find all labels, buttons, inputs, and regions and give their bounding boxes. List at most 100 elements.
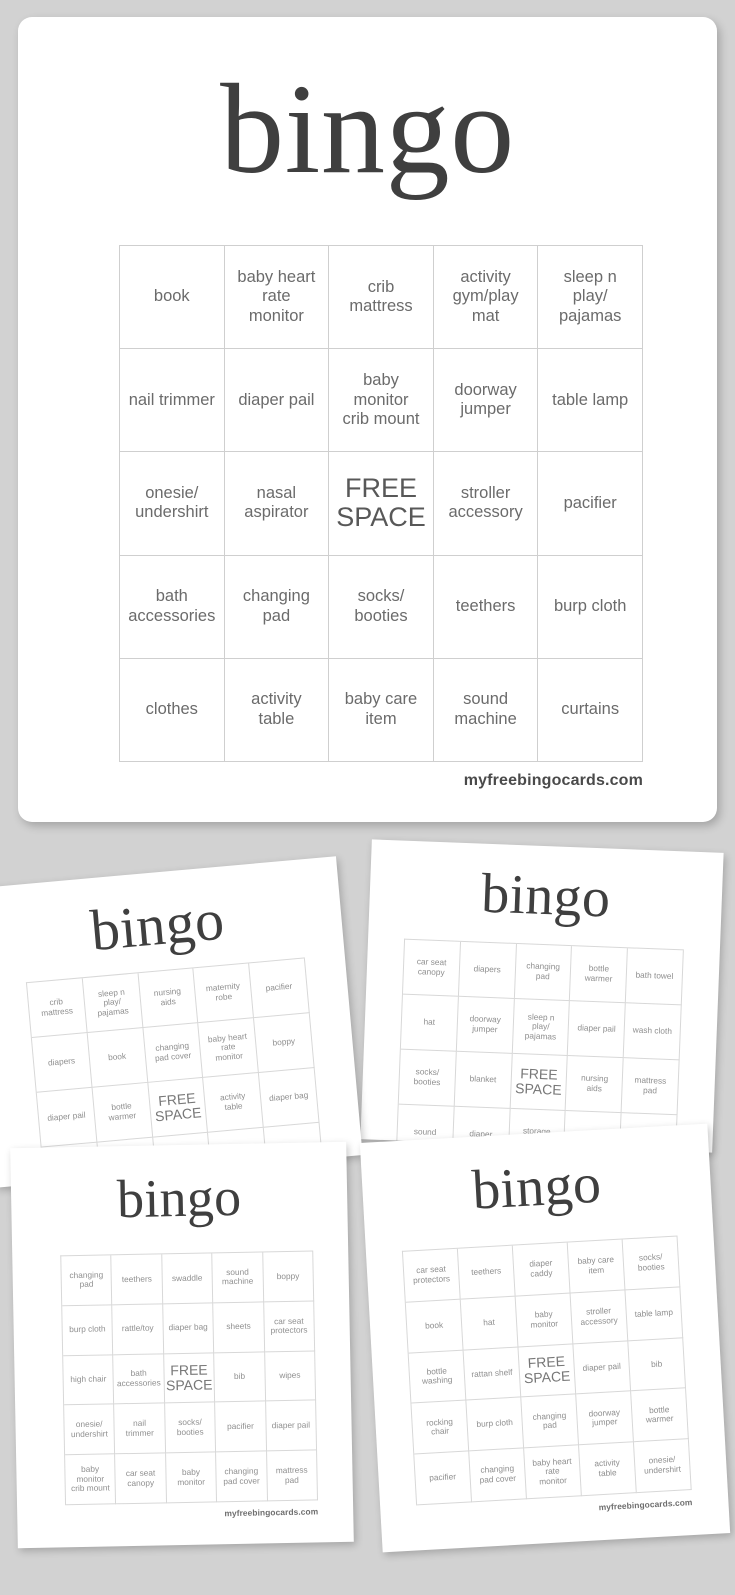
bingo-cell[interactable]: swaddle <box>162 1253 214 1305</box>
bingo-cell[interactable]: changing pad <box>521 1394 580 1449</box>
bingo-cell[interactable]: activity table <box>203 1072 264 1133</box>
bingo-cell[interactable]: clothes <box>120 658 225 762</box>
bingo-cell[interactable]: nail trimmer <box>120 349 225 453</box>
bingo-cell[interactable]: burp cloth <box>538 555 643 659</box>
bingo-cell[interactable]: doorway jumper <box>433 349 539 453</box>
bingo-cell[interactable]: socks/ booties <box>622 1236 681 1291</box>
bingo-card-background-5[interactable]: bingo car seat protectors teethers diaper … <box>359 1123 731 1553</box>
bingo-cell[interactable]: baby care item <box>329 658 434 762</box>
bingo-cell[interactable]: FREE SPACE <box>329 452 434 556</box>
bingo-cell[interactable]: maternity robe <box>193 963 255 1024</box>
bingo-cell[interactable]: onesie/ undershirt <box>64 1404 116 1456</box>
bingo-cell[interactable]: baby monitor <box>165 1452 218 1504</box>
bingo-cell[interactable]: sheets <box>213 1302 265 1353</box>
bingo-cell[interactable]: teethers <box>433 555 539 659</box>
bingo-cell[interactable]: sleep n play/ pajamas <box>512 998 571 1057</box>
bingo-cell[interactable]: car seat protectors <box>402 1248 461 1303</box>
bingo-cell[interactable]: bottle warmer <box>631 1388 689 1443</box>
bingo-cell[interactable]: sound machine <box>433 658 539 762</box>
bingo-cell[interactable]: rattle/toy <box>112 1304 164 1355</box>
bingo-cell[interactable]: bottle warmer <box>92 1082 153 1143</box>
bingo-cell[interactable]: diaper pail <box>568 1001 626 1059</box>
bingo-cell[interactable]: nursing aids <box>138 968 199 1029</box>
bingo-cell[interactable]: teethers <box>111 1254 164 1306</box>
bingo-cell[interactable]: changing pad <box>61 1255 113 1307</box>
bingo-card-background-4[interactable]: bingo changing pad teethers swaddle sound m… <box>10 1141 354 1549</box>
bingo-cell[interactable]: mattress pad <box>266 1450 319 1502</box>
bingo-cell[interactable]: car seat protectors <box>263 1301 316 1353</box>
bingo-cell[interactable]: high chair <box>63 1354 115 1406</box>
bingo-cell[interactable]: diaper pail <box>224 349 330 453</box>
bingo-cell[interactable]: pacifier <box>249 958 310 1019</box>
bingo-cell[interactable]: crib mattress <box>329 246 434 350</box>
bingo-cell[interactable]: bath accessories <box>113 1353 165 1405</box>
bingo-cell[interactable]: activity gym/play mat <box>433 246 539 350</box>
bingo-cell[interactable]: crib mattress <box>27 978 88 1038</box>
bingo-cell[interactable]: blanket <box>454 1051 513 1109</box>
bingo-cell[interactable]: FREE SPACE <box>147 1077 209 1138</box>
bingo-cell[interactable]: burp cloth <box>466 1397 525 1452</box>
bingo-cell[interactable]: stroller accessory <box>433 452 539 556</box>
bingo-cell[interactable]: nursing aids <box>565 1056 624 1114</box>
bingo-cell[interactable]: nail trimmer <box>114 1403 166 1455</box>
bingo-cell[interactable]: changing pad <box>224 555 330 659</box>
bingo-cell[interactable]: bib <box>214 1352 266 1403</box>
bingo-cell[interactable]: socks/ booties <box>398 1049 457 1107</box>
bingo-cell[interactable]: baby heart rate monitor <box>224 246 330 350</box>
bingo-cell[interactable]: diaper pail <box>265 1400 318 1452</box>
bingo-cell[interactable]: curtains <box>538 658 643 762</box>
bingo-cell[interactable]: baby heart rate monitor <box>198 1018 260 1078</box>
bingo-cell[interactable]: pacifier <box>414 1451 473 1506</box>
bingo-cell[interactable]: table lamp <box>538 349 643 453</box>
bingo-cell[interactable]: table lamp <box>625 1287 684 1341</box>
bingo-cell[interactable]: doorway jumper <box>576 1391 634 1446</box>
bingo-cell[interactable]: teethers <box>457 1245 516 1300</box>
bingo-cell[interactable]: bath towel <box>625 948 684 1006</box>
bingo-cell[interactable]: changing pad cover <box>143 1023 204 1083</box>
bingo-cell[interactable]: doorway jumper <box>456 996 515 1054</box>
bingo-cell[interactable]: mattress pad <box>621 1058 680 1116</box>
bingo-cell[interactable]: baby monitor <box>515 1293 574 1348</box>
bingo-cell[interactable]: wipes <box>264 1351 317 1402</box>
bingo-cell[interactable]: hat <box>400 994 459 1052</box>
bingo-cell[interactable]: car seat canopy <box>115 1453 167 1505</box>
bingo-cell[interactable]: FREE SPACE <box>163 1352 216 1404</box>
bingo-cell[interactable]: FREE SPACE <box>510 1053 569 1112</box>
bingo-cell[interactable]: diapers <box>31 1033 93 1093</box>
bingo-cell[interactable]: sound machine <box>212 1252 264 1304</box>
bingo-card-main[interactable]: bingo book baby heart rate monitor crib ma… <box>18 17 717 822</box>
bingo-cell[interactable]: nasal aspirator <box>224 452 330 556</box>
bingo-card-background-2[interactable]: bingo crib mattress sleep n play/ pajamas… <box>0 856 363 1188</box>
bingo-cell[interactable]: changing pad cover <box>469 1448 527 1503</box>
bingo-card-background-3[interactable]: bingo car seat canopy diapers changing pad… <box>360 839 724 1153</box>
bingo-cell[interactable]: onesie/ undershirt <box>120 452 225 556</box>
bingo-cell[interactable]: book <box>405 1299 464 1354</box>
bingo-cell[interactable]: diaper pail <box>36 1087 98 1148</box>
bingo-cell[interactable]: baby monitor crib mount <box>65 1454 117 1506</box>
bingo-cell[interactable]: hat <box>460 1296 519 1351</box>
bingo-cell[interactable]: boppy <box>254 1013 315 1073</box>
bingo-cell[interactable]: diaper caddy <box>512 1242 571 1297</box>
bingo-cell[interactable]: onesie/ undershirt <box>633 1439 692 1494</box>
bingo-cell[interactable]: changing pad cover <box>216 1451 268 1503</box>
bingo-cell[interactable]: book <box>120 246 225 350</box>
bingo-cell[interactable]: sleep n play/ pajamas <box>538 246 643 350</box>
bingo-cell[interactable]: pacifier <box>215 1401 267 1453</box>
bingo-cell[interactable]: baby care item <box>567 1239 626 1294</box>
bingo-cell[interactable]: stroller accessory <box>570 1290 629 1345</box>
bingo-cell[interactable]: bottle warmer <box>570 946 629 1004</box>
bingo-cell[interactable]: baby heart rate monitor <box>524 1445 582 1500</box>
bingo-cell[interactable]: rocking chair <box>411 1400 470 1455</box>
bingo-cell[interactable]: diaper pail <box>573 1340 632 1395</box>
bingo-cell[interactable]: baby monitor crib mount <box>329 349 434 453</box>
bingo-cell[interactable]: diaper bag <box>163 1303 215 1354</box>
bingo-cell[interactable]: bib <box>628 1337 687 1392</box>
bingo-cell[interactable]: car seat canopy <box>402 939 461 997</box>
bingo-cell[interactable]: activity table <box>579 1442 637 1497</box>
bingo-cell[interactable]: FREE SPACE <box>518 1344 577 1398</box>
bingo-cell[interactable]: socks/ booties <box>164 1402 217 1454</box>
bingo-cell[interactable]: burp cloth <box>62 1305 114 1356</box>
bingo-cell[interactable]: rattan shelf <box>463 1347 522 1401</box>
bingo-cell[interactable]: book <box>87 1028 148 1088</box>
bingo-cell[interactable]: sleep n play/ pajamas <box>82 973 144 1034</box>
